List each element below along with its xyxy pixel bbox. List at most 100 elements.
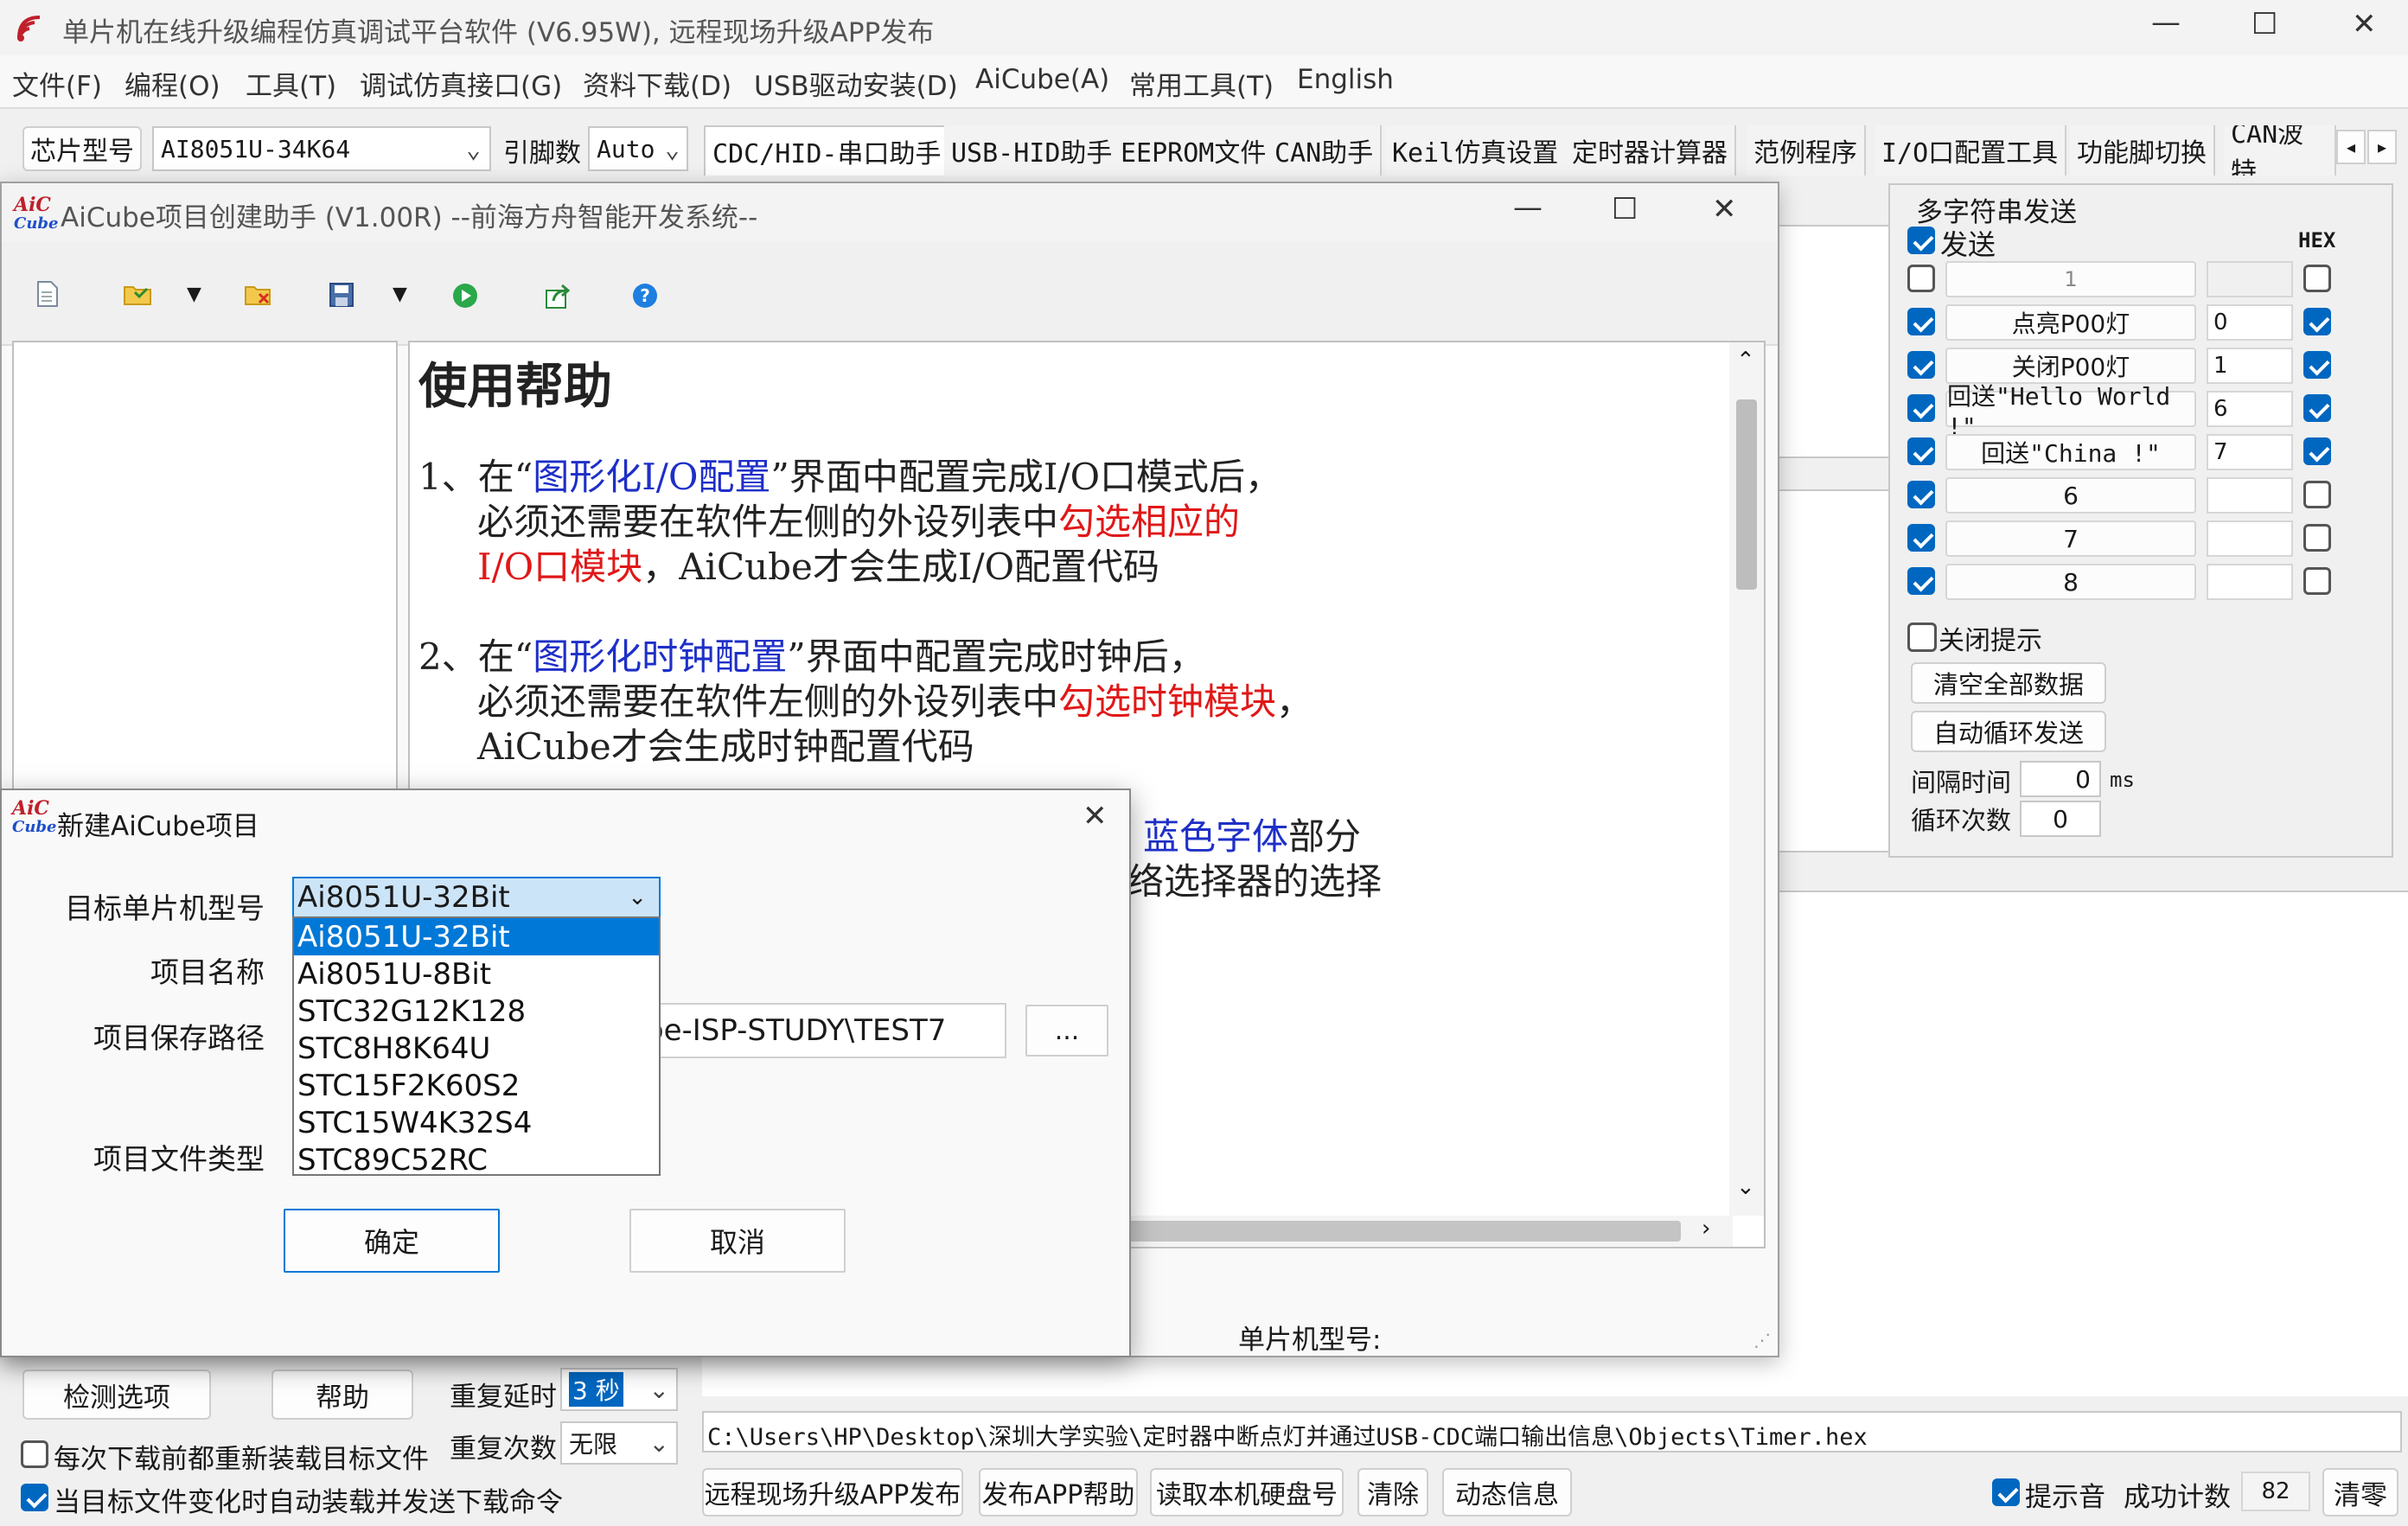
mcu-option[interactable]: STC32G12K128 bbox=[294, 993, 659, 1030]
resize-grip-icon[interactable]: ⋰ bbox=[1753, 1330, 1771, 1350]
menu-aicube[interactable]: AiCube(A) bbox=[975, 64, 1109, 95]
send-row-hex-checkbox[interactable] bbox=[2303, 567, 2331, 595]
close-tip-checkbox[interactable] bbox=[1907, 623, 1937, 652]
publish-help-button[interactable]: 发布APP帮助 bbox=[979, 1468, 1138, 1516]
tab-io-config[interactable]: I/O口配置工具 bbox=[1875, 125, 2067, 176]
target-mcu-select[interactable]: Ai8051U-32Bit ⌄ bbox=[292, 877, 661, 918]
mcu-option[interactable]: STC89C52RC bbox=[294, 1141, 659, 1178]
auto-loop-button[interactable]: 自动循环发送 bbox=[1911, 711, 2106, 752]
tone-checkbox[interactable] bbox=[1992, 1478, 2020, 1506]
send-row-checkbox[interactable] bbox=[1907, 394, 1935, 422]
send-row-hex-input[interactable] bbox=[2207, 520, 2293, 557]
menu-program[interactable]: 编程(O) bbox=[125, 64, 220, 103]
send-row-hex-input[interactable]: 1 bbox=[2207, 348, 2293, 384]
close-button[interactable]: ✕ bbox=[2352, 7, 2377, 42]
mcu-dropdown-list[interactable]: Ai8051U-32Bit Ai8051U-8Bit STC32G12K128 … bbox=[292, 916, 661, 1178]
browse-button[interactable]: ... bbox=[1025, 1005, 1108, 1057]
send-row-hex-checkbox[interactable] bbox=[2303, 524, 2331, 552]
export-icon[interactable] bbox=[545, 282, 574, 316]
send-row-checkbox[interactable] bbox=[1907, 481, 1935, 508]
mcu-option[interactable]: STC15W4K32S4 bbox=[294, 1104, 659, 1141]
send-row-hex-checkbox[interactable] bbox=[2303, 394, 2331, 422]
tab-eeprom[interactable]: EEPROM文件 bbox=[1114, 125, 1275, 176]
dialog-close-button[interactable]: ✕ bbox=[1083, 799, 1108, 833]
helper-minimize-button[interactable]: — bbox=[1513, 190, 1543, 225]
open-dropdown-chevron-icon[interactable]: ▼ bbox=[187, 284, 201, 305]
tab-usb-hid[interactable]: USB-HID助手 bbox=[944, 125, 1121, 176]
tab-can[interactable]: CAN助手 bbox=[1268, 125, 1383, 176]
send-row-checkbox[interactable] bbox=[1907, 265, 1935, 292]
remote-upgrade-button[interactable]: 远程现场升级APP发布 bbox=[702, 1468, 963, 1516]
send-row-hex-input[interactable] bbox=[2207, 564, 2293, 600]
tab-can-baud[interactable]: CAN波特 bbox=[2224, 125, 2336, 176]
send-row-hex-input[interactable]: 7 bbox=[2207, 434, 2293, 470]
reload-each-checkbox[interactable] bbox=[21, 1440, 48, 1468]
send-row-button[interactable]: 回送"Hello World !" bbox=[1945, 382, 2196, 441]
repeat-count-select[interactable]: 无限 ⌄ bbox=[560, 1421, 678, 1465]
tab-examples[interactable]: 范例程序 bbox=[1747, 125, 1866, 176]
send-row-button[interactable]: 6 bbox=[1945, 477, 2196, 514]
send-row-checkbox[interactable] bbox=[1907, 308, 1935, 335]
close-project-icon[interactable] bbox=[244, 282, 273, 315]
send-row-hex-checkbox[interactable] bbox=[2303, 481, 2331, 508]
tab-scroll-right-icon[interactable]: ▸ bbox=[2367, 130, 2397, 164]
tab-scroll-left-icon[interactable]: ◂ bbox=[2336, 130, 2366, 164]
minimize-button[interactable]: — bbox=[2151, 5, 2181, 40]
menu-english[interactable]: English bbox=[1297, 64, 1394, 95]
save-icon[interactable] bbox=[329, 282, 354, 315]
repeat-delay-select[interactable]: 3 秒 ⌄ bbox=[560, 1368, 678, 1411]
send-row-button[interactable]: 回送"China !" bbox=[1945, 434, 2196, 470]
tab-timer-calc[interactable]: 定时器计算器 bbox=[1565, 125, 1736, 176]
send-row-hex-checkbox[interactable] bbox=[2303, 351, 2331, 379]
send-row-hex-input[interactable]: 6 bbox=[2207, 391, 2293, 427]
tab-pin-switch[interactable]: 功能脚切换 bbox=[2070, 125, 2215, 176]
send-row-hex-checkbox[interactable] bbox=[2303, 437, 2331, 465]
pin-count-select[interactable]: Auto ⌄ bbox=[588, 126, 688, 171]
helper-maximize-button[interactable]: ☐ bbox=[1612, 192, 1638, 227]
ok-button[interactable]: 确定 bbox=[284, 1209, 500, 1273]
loop-count-input[interactable]: 0 bbox=[2020, 801, 2101, 837]
scroll-up-icon[interactable]: ⌃ bbox=[1736, 348, 1755, 374]
mcu-option[interactable]: STC15F2K60S2 bbox=[294, 1067, 659, 1104]
hscroll-thumb[interactable] bbox=[1127, 1221, 1681, 1242]
send-row-checkbox[interactable] bbox=[1907, 437, 1935, 465]
send-row-button[interactable]: 8 bbox=[1945, 564, 2196, 600]
open-folder-icon[interactable] bbox=[123, 282, 152, 313]
send-row-checkbox[interactable] bbox=[1907, 567, 1935, 595]
send-row-button[interactable]: 7 bbox=[1945, 520, 2196, 557]
send-row-button[interactable]: 点亮P00灯 bbox=[1945, 304, 2196, 341]
read-disk-id-button[interactable]: 读取本机硬盘号 bbox=[1150, 1468, 1344, 1516]
chip-model-select[interactable]: AI8051U-34K64 ⌄ bbox=[152, 126, 491, 171]
new-file-icon[interactable] bbox=[36, 280, 59, 315]
menu-file[interactable]: 文件(F) bbox=[12, 64, 102, 103]
send-row-checkbox[interactable] bbox=[1907, 351, 1935, 379]
mcu-option[interactable]: Ai8051U-32Bit bbox=[294, 918, 659, 955]
send-row-hex-input[interactable] bbox=[2207, 261, 2293, 297]
send-all-checkbox[interactable] bbox=[1907, 227, 1935, 254]
tab-serial-assistant[interactable]: CDC/HID-串口助手 bbox=[704, 125, 950, 176]
dynamic-info-button[interactable]: 动态信息 bbox=[1442, 1468, 1572, 1516]
tab-keil[interactable]: Keil仿真设置 bbox=[1385, 125, 1568, 176]
send-row-checkbox[interactable] bbox=[1907, 524, 1935, 552]
helper-close-button[interactable]: ✕ bbox=[1712, 192, 1737, 227]
clear-button[interactable]: 清除 bbox=[1357, 1468, 1428, 1516]
interval-input[interactable]: 0 bbox=[2020, 761, 2101, 797]
help-icon[interactable]: ? bbox=[631, 282, 659, 316]
send-row-hex-input[interactable]: 0 bbox=[2207, 304, 2293, 341]
link-graphic-clock-config[interactable]: 图形化时钟配置 bbox=[533, 635, 787, 678]
cancel-button[interactable]: 取消 bbox=[629, 1209, 846, 1273]
save-dropdown-chevron-icon[interactable]: ▼ bbox=[393, 284, 407, 305]
scroll-down-icon[interactable]: ⌄ bbox=[1736, 1174, 1755, 1200]
send-row-hex-input[interactable] bbox=[2207, 477, 2293, 514]
link-graphic-io-config[interactable]: 图形化I/O配置 bbox=[533, 456, 770, 498]
menu-downloads[interactable]: 资料下载(D) bbox=[583, 64, 731, 103]
run-icon[interactable] bbox=[451, 282, 479, 316]
mcu-option[interactable]: STC8H8K64U bbox=[294, 1030, 659, 1067]
send-row-button[interactable]: 1 bbox=[1945, 261, 2196, 297]
auto-reload-checkbox[interactable] bbox=[21, 1484, 48, 1511]
scroll-right-icon[interactable]: › bbox=[1702, 1216, 1710, 1242]
detect-options-button[interactable]: 检测选项 bbox=[22, 1370, 211, 1420]
send-row-hex-checkbox[interactable] bbox=[2303, 265, 2331, 292]
doc-vertical-scrollbar[interactable]: ⌃ ⌄ bbox=[1729, 342, 1764, 1216]
maximize-button[interactable]: ☐ bbox=[2252, 7, 2277, 42]
